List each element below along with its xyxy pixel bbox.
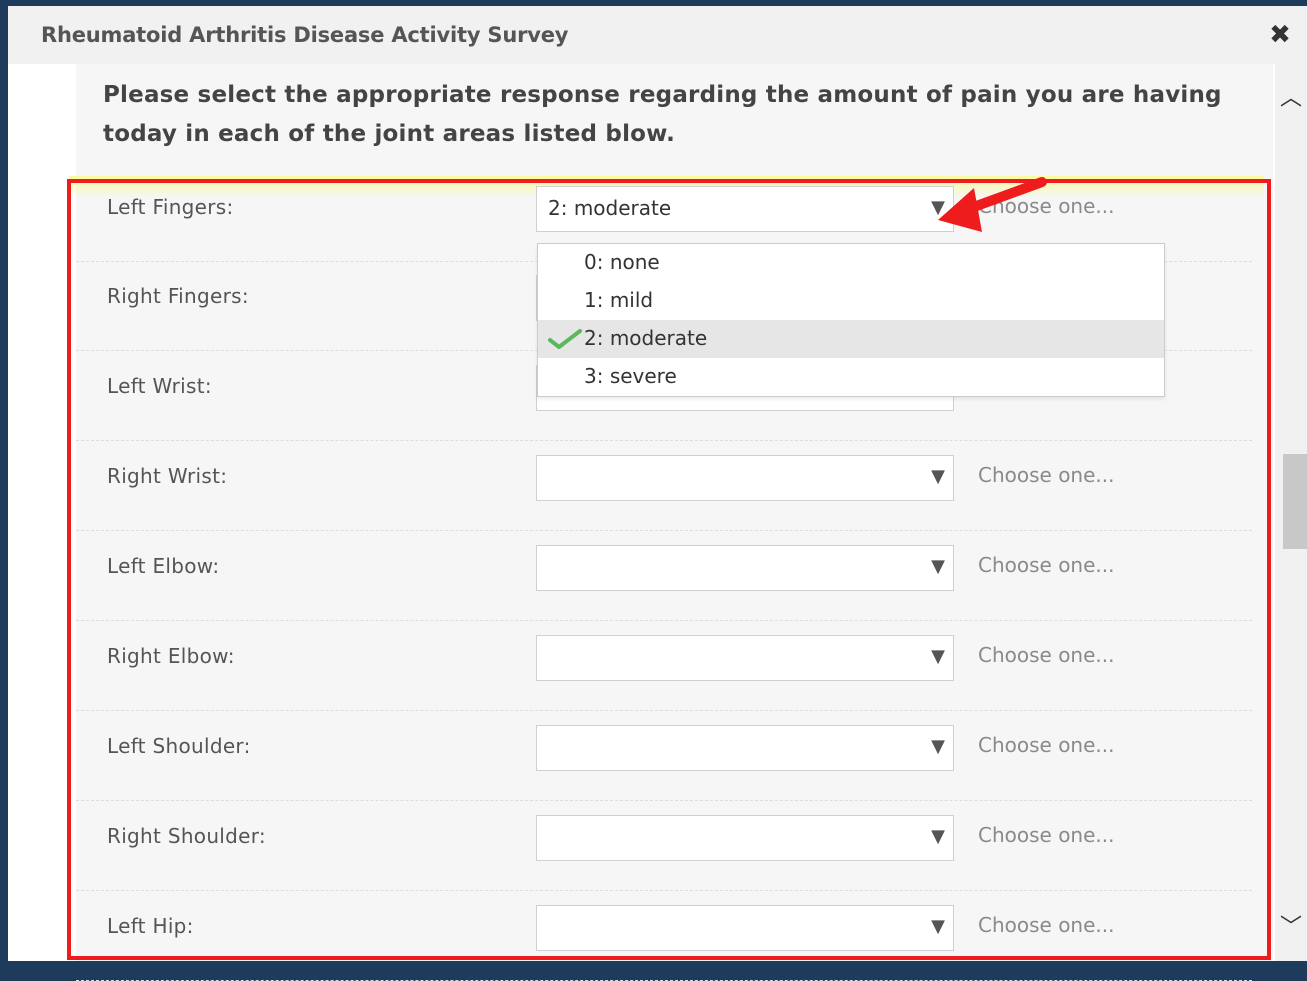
option-severe[interactable]: 3: severe <box>538 358 1164 396</box>
dropdown-arrow-icon[interactable]: ▼ <box>931 466 945 487</box>
choose-hint: Choose one... <box>978 733 1115 757</box>
pain-select[interactable]: ▼ <box>536 905 954 951</box>
dropdown-arrow-icon[interactable]: ▼ <box>931 826 945 847</box>
dropdown-arrow-icon[interactable]: ▼ <box>931 916 945 937</box>
joint-label: Right Elbow: <box>107 644 235 668</box>
select-value: 2: moderate <box>548 196 672 220</box>
modal-header: Rheumatoid Arthritis Disease Activity Su… <box>8 6 1307 65</box>
dropdown-arrow-icon[interactable]: ▼ <box>931 556 945 577</box>
joint-row: Right Wrist: ▼ Choose one... <box>76 440 1252 531</box>
pain-select[interactable]: ▼ <box>536 455 954 501</box>
joint-label: Left Shoulder: <box>107 734 251 758</box>
pain-level-dropdown[interactable]: 0: none 1: mild 2: moderate 3: severe <box>537 243 1165 397</box>
choose-hint: Choose one... <box>978 553 1115 577</box>
joint-row: Right Shoulder: ▼ Choose one... <box>76 800 1252 891</box>
close-icon[interactable]: ✖ <box>1265 20 1295 50</box>
option-label: 3: severe <box>584 364 677 388</box>
joint-label: Left Wrist: <box>107 374 212 398</box>
pain-select[interactable]: ▼ <box>536 725 954 771</box>
joint-label: Right Shoulder: <box>107 824 266 848</box>
scroll-down-icon[interactable]: ﹀ <box>1275 913 1307 943</box>
modal-title: Rheumatoid Arthritis Disease Activity Su… <box>41 23 569 47</box>
joint-row: Right Elbow: ▼ Choose one... <box>76 620 1252 711</box>
choose-hint: Choose one... <box>978 463 1115 487</box>
scroll-thumb[interactable] <box>1283 454 1307 549</box>
joint-label: Left Fingers: <box>107 195 234 219</box>
joint-row: Left Hip: ▼ Choose one... <box>76 890 1252 981</box>
joint-label: Left Elbow: <box>107 554 220 578</box>
option-none[interactable]: 0: none <box>538 244 1164 282</box>
pain-select[interactable]: ▼ <box>536 635 954 681</box>
pain-select[interactable]: ▼ <box>536 545 954 591</box>
scrollbar[interactable]: ︿ ﹀ <box>1275 64 1307 961</box>
joint-row: Left Shoulder: ▼ Choose one... <box>76 710 1252 801</box>
choose-hint: Choose one... <box>978 913 1115 937</box>
red-arrow-icon <box>938 177 1047 232</box>
option-moderate[interactable]: 2: moderate <box>538 320 1164 358</box>
pain-select[interactable]: 2: moderate ▼ <box>536 186 954 232</box>
joint-label: Left Hip: <box>107 914 194 938</box>
pain-select[interactable]: ▼ <box>536 815 954 861</box>
check-icon <box>548 329 582 349</box>
choose-hint: Choose one... <box>978 643 1115 667</box>
option-mild[interactable]: 1: mild <box>538 282 1164 320</box>
dropdown-arrow-icon[interactable]: ▼ <box>931 646 945 667</box>
joint-label: Right Wrist: <box>107 464 228 488</box>
option-label: 2: moderate <box>584 326 708 350</box>
joint-label: Right Fingers: <box>107 284 249 308</box>
dropdown-arrow-icon[interactable]: ▼ <box>931 736 945 757</box>
scroll-up-icon[interactable]: ︿ <box>1275 84 1307 114</box>
option-label: 0: none <box>584 250 660 274</box>
choose-hint: Choose one... <box>978 823 1115 847</box>
option-label: 1: mild <box>584 288 654 312</box>
instructions-text: Please select the appropriate response r… <box>103 82 1222 147</box>
joint-row: Left Elbow: ▼ Choose one... <box>76 530 1252 621</box>
